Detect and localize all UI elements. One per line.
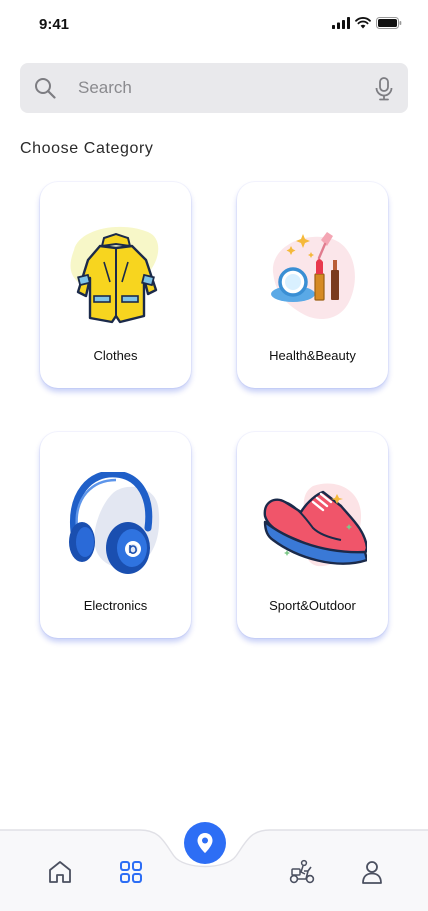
section-title: Choose Category — [20, 140, 154, 157]
microphone-icon[interactable] — [374, 77, 394, 101]
nav-profile[interactable] — [358, 858, 386, 886]
category-card-sport-outdoor[interactable]: Sport&Outdoor — [237, 432, 388, 638]
category-label: Health&Beauty — [269, 348, 356, 363]
category-card-clothes[interactable]: Clothes — [40, 182, 191, 388]
nav-delivery[interactable] — [288, 858, 316, 886]
status-time: 9:41 — [39, 16, 70, 33]
nav-categories[interactable] — [117, 858, 145, 886]
sneaker-icon — [263, 483, 367, 567]
battery-icon — [376, 17, 402, 29]
cellular-signal-icon — [332, 17, 350, 29]
category-label: Electronics — [83, 598, 148, 613]
location-pin-icon — [197, 833, 213, 853]
nav-home[interactable] — [46, 858, 74, 886]
status-icons — [332, 17, 402, 29]
home-icon — [49, 861, 71, 883]
search-input[interactable] — [78, 63, 368, 113]
category-label: Sport&Outdoor — [269, 598, 356, 613]
category-card-electronics[interactable]: Electronics — [40, 432, 191, 638]
search-bar[interactable] — [20, 63, 408, 113]
headphones-icon — [69, 472, 160, 574]
jacket-icon — [70, 226, 159, 324]
profile-icon — [362, 861, 382, 884]
search-icon[interactable] — [34, 77, 56, 99]
delivery-scooter-icon — [289, 859, 315, 884]
categories-grid-icon — [120, 861, 142, 883]
cosmetics-icon — [271, 232, 355, 319]
category-label: Clothes — [93, 348, 138, 363]
location-fab-button[interactable] — [184, 822, 226, 864]
category-card-health-beauty[interactable]: Health&Beauty — [237, 182, 388, 388]
wifi-icon — [355, 17, 371, 29]
status-bar: 9:41 — [0, 0, 428, 50]
